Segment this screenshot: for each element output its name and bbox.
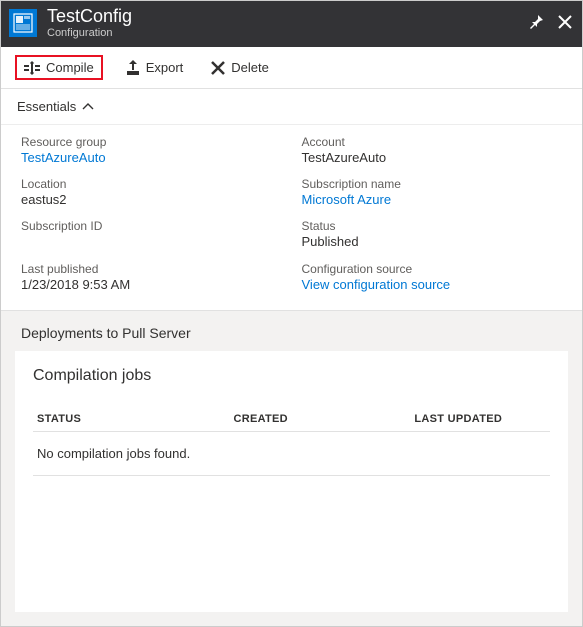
field-value: Published: [302, 233, 563, 251]
deployments-title: Deployments to Pull Server: [15, 325, 568, 341]
column-created[interactable]: CREATED: [229, 407, 410, 432]
field-last-published: Last published 1/23/2018 9:53 AM: [21, 262, 282, 294]
compile-label: Compile: [46, 60, 94, 75]
field-label: Account: [302, 135, 563, 149]
resource-group-link[interactable]: TestAzureAuto: [21, 149, 282, 167]
field-value: eastus2: [21, 191, 282, 209]
field-label: Configuration source: [302, 262, 563, 276]
header-text: TestConfig Configuration: [47, 7, 528, 39]
configuration-source-link[interactable]: View configuration source: [302, 276, 563, 294]
compile-button[interactable]: Compile: [15, 55, 103, 80]
pin-icon[interactable]: [528, 14, 544, 33]
blade-header: TestConfig Configuration: [1, 1, 582, 47]
field-value: 1/23/2018 9:53 AM: [21, 276, 282, 294]
field-subscription-name: Subscription name Microsoft Azure: [302, 177, 563, 209]
close-icon[interactable]: [558, 15, 572, 32]
column-status[interactable]: STATUS: [33, 407, 229, 432]
essentials-panel: Resource group TestAzureAuto Account Tes…: [1, 125, 582, 311]
delete-label: Delete: [231, 60, 269, 75]
field-account: Account TestAzureAuto: [302, 135, 563, 167]
delete-button[interactable]: Delete: [206, 57, 274, 78]
field-resource-group: Resource group TestAzureAuto: [21, 135, 282, 167]
field-label: Last published: [21, 262, 282, 276]
empty-message: No compilation jobs found.: [33, 431, 550, 475]
field-label: Location: [21, 177, 282, 191]
compilation-jobs-table: STATUS CREATED LAST UPDATED No compilati…: [33, 407, 550, 476]
subscription-name-link[interactable]: Microsoft Azure: [302, 191, 563, 209]
configuration-icon: [9, 9, 37, 37]
compile-icon: [24, 61, 40, 75]
toolbar: Compile Export Delete: [1, 47, 582, 89]
table-row: No compilation jobs found.: [33, 431, 550, 475]
essentials-toggle[interactable]: Essentials: [1, 89, 582, 125]
field-label: Subscription ID: [21, 219, 282, 233]
field-label: Subscription name: [302, 177, 563, 191]
export-icon: [126, 60, 140, 76]
page-title: TestConfig: [47, 7, 528, 27]
deployments-section: Deployments to Pull Server Compilation j…: [1, 311, 582, 626]
field-status: Status Published: [302, 219, 563, 251]
field-label: Status: [302, 219, 563, 233]
chevron-up-icon: [82, 99, 94, 114]
page-subtitle: Configuration: [47, 27, 528, 39]
panel-title: Compilation jobs: [33, 367, 550, 385]
compilation-jobs-panel: Compilation jobs STATUS CREATED LAST UPD…: [15, 351, 568, 612]
column-last-updated[interactable]: LAST UPDATED: [410, 407, 550, 432]
field-value: TestAzureAuto: [302, 149, 563, 167]
export-label: Export: [146, 60, 184, 75]
table-header-row: STATUS CREATED LAST UPDATED: [33, 407, 550, 432]
essentials-label: Essentials: [17, 99, 76, 114]
header-actions: [528, 14, 572, 33]
field-location: Location eastus2: [21, 177, 282, 209]
delete-icon: [211, 61, 225, 75]
field-configuration-source: Configuration source View configuration …: [302, 262, 563, 294]
field-label: Resource group: [21, 135, 282, 149]
export-button[interactable]: Export: [121, 57, 189, 79]
field-subscription-id: Subscription ID: [21, 219, 282, 251]
